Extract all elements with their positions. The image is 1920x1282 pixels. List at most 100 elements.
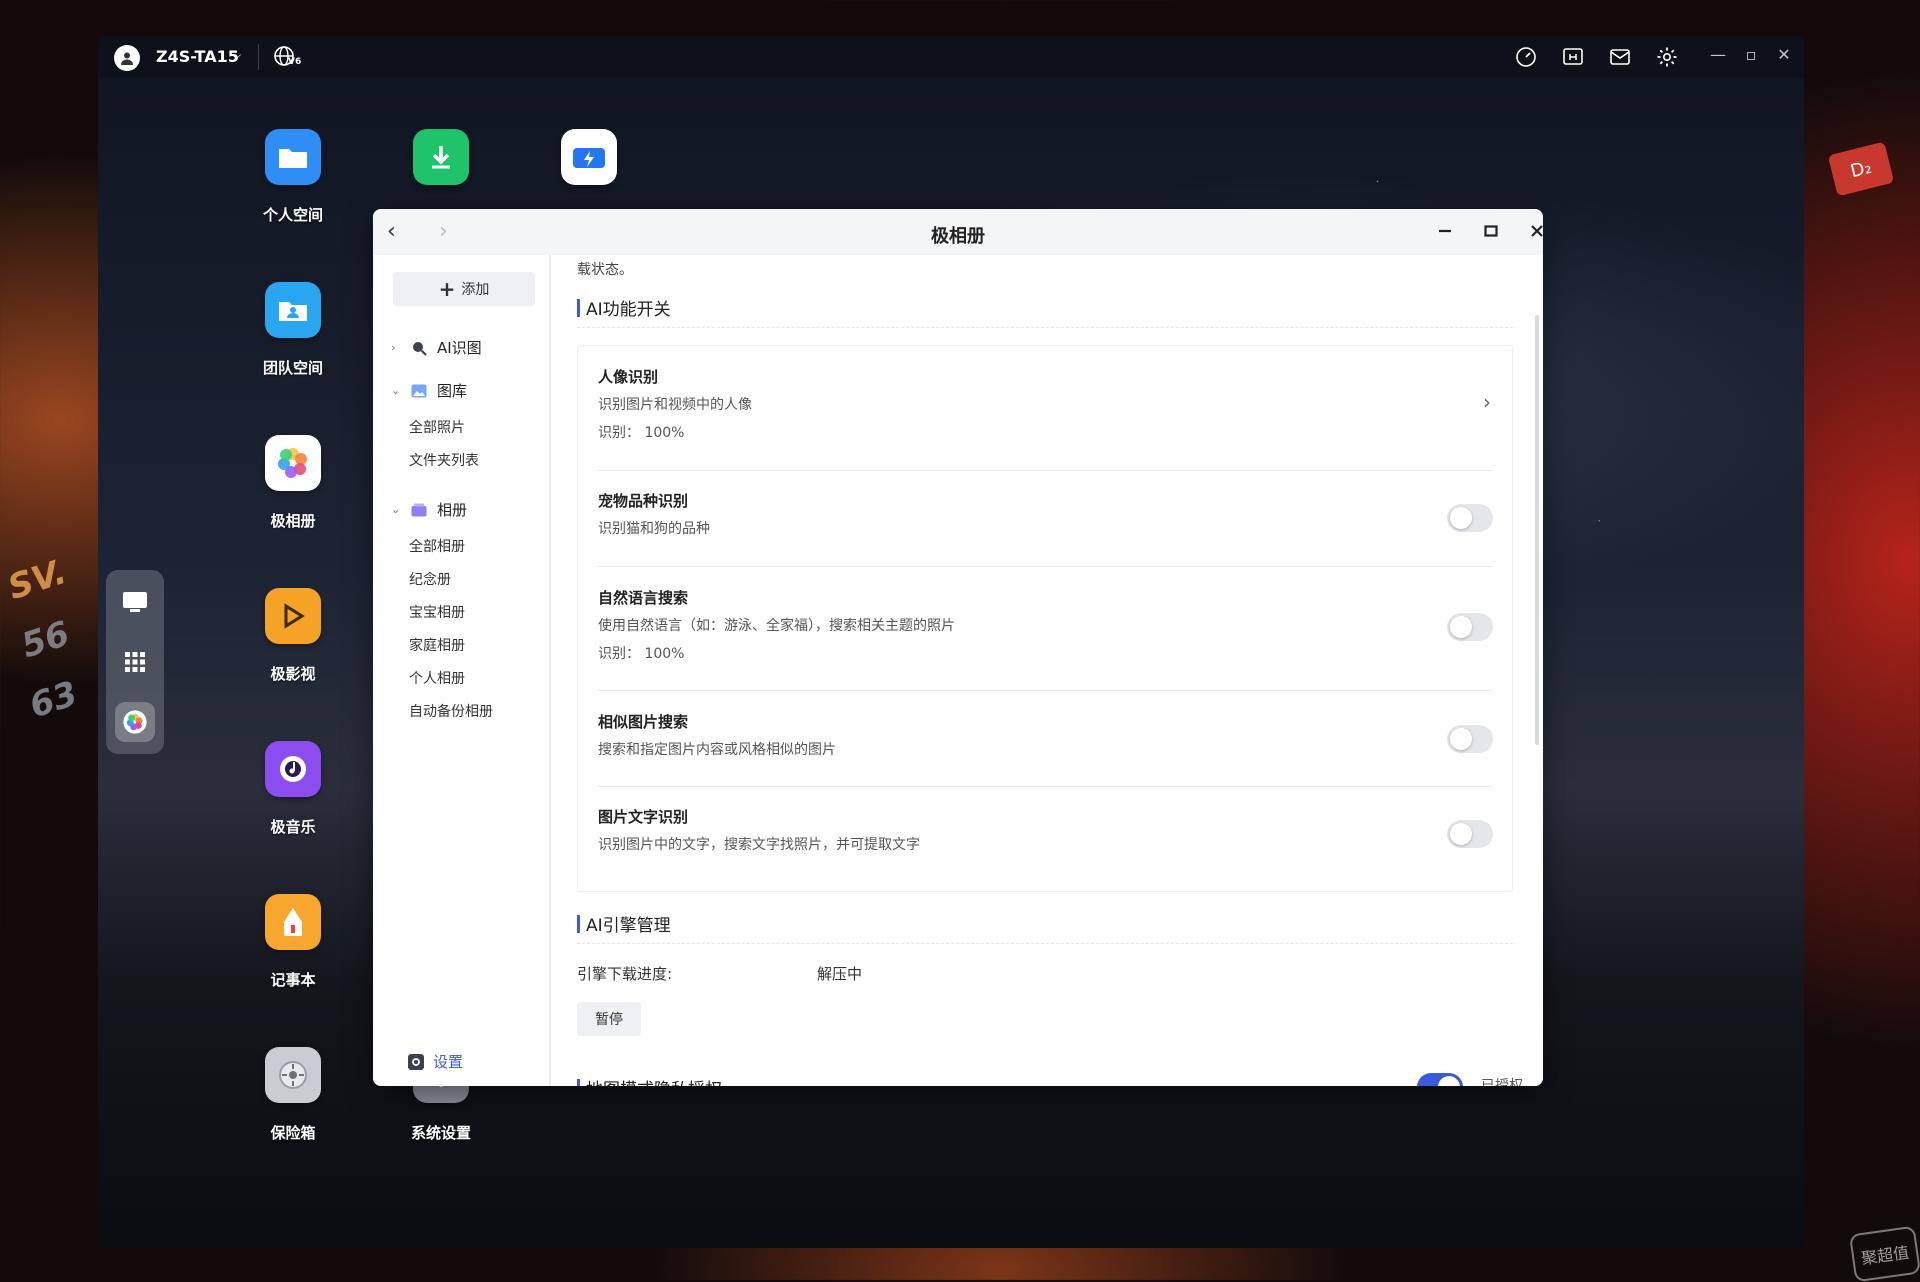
app-grid-icon[interactable] bbox=[115, 642, 155, 682]
natural-language-toggle[interactable] bbox=[1447, 613, 1493, 641]
divider bbox=[598, 690, 1493, 691]
add-button-label: 添加 bbox=[461, 282, 490, 298]
feature-row-portrait[interactable]: 人像识别 识别图片和视频中的人像 识别： 100% › bbox=[598, 366, 1493, 462]
show-desktop-icon[interactable] bbox=[115, 582, 155, 622]
sidebar-item-auto-backup-album[interactable]: 自动备份相册 bbox=[409, 701, 493, 721]
desktop-app-personal-space[interactable]: 个人空间 bbox=[238, 129, 348, 225]
ai-search-icon bbox=[411, 340, 429, 356]
feature-desc: 识别图片中的文字，搜索文字找照片，并可提取文字 bbox=[598, 837, 920, 853]
desktop-app-video[interactable]: 极影视 bbox=[238, 588, 348, 684]
background-deco-text: SV. bbox=[3, 551, 72, 609]
album-icon bbox=[411, 502, 429, 518]
device-name[interactable]: Z4S-TA15 bbox=[156, 47, 239, 66]
dock-photos-icon[interactable] bbox=[115, 702, 155, 742]
divider bbox=[577, 327, 1513, 328]
feature-title: 宠物品种识别 bbox=[598, 492, 689, 510]
section-title-text: AI引擎管理 bbox=[586, 916, 671, 936]
feature-row-pet-breed: 宠物品种识别 识别猫和狗的品种 bbox=[598, 490, 1493, 550]
task-monitor-icon[interactable] bbox=[1561, 45, 1585, 69]
ai-feature-card: 人像识别 识别图片和视频中的人像 识别： 100% › 宠物品种识别 识别猫和狗… bbox=[577, 345, 1513, 892]
sidebar-group-gallery[interactable]: ⌄ 图库 bbox=[391, 380, 467, 401]
divider bbox=[598, 566, 1493, 567]
feature-row-similar-image: 相似图片搜索 搜索和指定图片内容或风格相似的图片 bbox=[598, 711, 1493, 771]
maximize-icon[interactable]: ▫ bbox=[1741, 45, 1761, 64]
watermark-logo: 聚超值 bbox=[1848, 1225, 1920, 1282]
mail-icon[interactable] bbox=[1608, 45, 1632, 69]
sidebar-group-ai-recognition[interactable]: › AI识图 bbox=[391, 337, 482, 358]
globe-ipv6-icon[interactable]: V6 bbox=[272, 44, 302, 72]
engine-progress-label: 引擎下载进度: bbox=[577, 965, 673, 983]
scrollbar[interactable] bbox=[1535, 315, 1539, 745]
sidebar-item-baby-album[interactable]: 宝宝相册 bbox=[409, 602, 465, 622]
gallery-icon bbox=[411, 383, 429, 399]
chevron-right-icon: › bbox=[391, 341, 396, 354]
window-close-icon[interactable] bbox=[1523, 217, 1543, 245]
section-title-text: AI功能开关 bbox=[586, 300, 671, 320]
sidebar-item-all-photos[interactable]: 全部照片 bbox=[409, 417, 465, 437]
desktop-app-team-space[interactable]: 团队空间 bbox=[238, 282, 348, 378]
pause-button[interactable]: 暂停 bbox=[577, 1002, 641, 1036]
window-maximize-icon[interactable] bbox=[1477, 217, 1505, 245]
window-title: 极相册 bbox=[931, 226, 985, 247]
user-avatar[interactable] bbox=[114, 45, 140, 71]
map-privacy-toggle[interactable] bbox=[1417, 1073, 1463, 1086]
desktop-app-notepad[interactable]: 记事本 bbox=[238, 894, 348, 990]
sidebar-item-family-album[interactable]: 家庭相册 bbox=[409, 635, 465, 655]
divider bbox=[577, 943, 1513, 944]
section-title-text: 地图模式隐私授权 bbox=[586, 1075, 722, 1086]
photo-flower-icon bbox=[265, 435, 321, 491]
feature-desc: 识别图片和视频中的人像 bbox=[598, 397, 752, 413]
pet-breed-toggle[interactable] bbox=[1447, 504, 1493, 532]
accent-bar bbox=[577, 914, 580, 933]
window-title-bar[interactable]: ‹ › 极相册 bbox=[373, 209, 1543, 255]
top-bar: Z4S-TA15 ⌵ V6 — ▫ ✕ bbox=[98, 36, 1804, 78]
nas-desktop: Z4S-TA15 ⌵ V6 — ▫ ✕ 个人空间 团队空间 极相册 极影视 极音… bbox=[98, 36, 1804, 1248]
sidebar-item-personal-album[interactable]: 个人相册 bbox=[409, 668, 465, 688]
ocr-toggle[interactable] bbox=[1447, 820, 1493, 848]
sidebar-item-folder-list[interactable]: 文件夹列表 bbox=[409, 450, 479, 470]
desktop-app-photos[interactable]: 极相册 bbox=[238, 435, 348, 531]
divider bbox=[598, 786, 1493, 787]
add-button[interactable]: + 添加 bbox=[393, 272, 535, 306]
close-icon[interactable]: ✕ bbox=[1774, 45, 1794, 64]
chevron-right-icon[interactable]: › bbox=[1483, 390, 1491, 414]
desktop-app-download[interactable] bbox=[386, 129, 496, 185]
gear-icon[interactable] bbox=[1655, 45, 1679, 69]
sidebar-settings-link[interactable]: 设置 bbox=[407, 1051, 463, 1072]
chevron-down-icon[interactable]: ⌵ bbox=[232, 48, 241, 63]
section-title-ai-engine: AI引擎管理 bbox=[577, 911, 671, 936]
feature-progress: 识别： 100% bbox=[598, 646, 685, 662]
sidebar-item-all-albums[interactable]: 全部相册 bbox=[409, 536, 465, 556]
app-label: 记事本 bbox=[270, 971, 316, 989]
similar-image-toggle[interactable] bbox=[1447, 725, 1493, 753]
app-label: 极相册 bbox=[270, 512, 316, 530]
photos-sidebar: + 添加 › AI识图 ⌄ 图库 全部照片 文件夹列表 ⌄ 相册 全部相册 纪念… bbox=[373, 255, 551, 1086]
sidebar-group-albums[interactable]: ⌄ 相册 bbox=[391, 499, 467, 520]
speedometer-icon[interactable] bbox=[1514, 45, 1538, 69]
user-icon bbox=[121, 52, 133, 65]
sidebar-group-label: AI识图 bbox=[437, 339, 482, 357]
music-icon bbox=[265, 741, 321, 797]
desktop-app-safe[interactable]: 保险箱 bbox=[238, 1047, 348, 1143]
feature-title: 相似图片搜索 bbox=[598, 713, 689, 731]
sidebar-group-label: 图库 bbox=[437, 382, 468, 400]
chevron-down-icon: ⌄ bbox=[391, 384, 401, 397]
download-icon bbox=[413, 129, 469, 185]
window-minimize-icon[interactable] bbox=[1431, 217, 1459, 245]
minimize-icon[interactable]: — bbox=[1708, 45, 1728, 64]
feature-desc: 搜索和指定图片内容或风格相似的图片 bbox=[598, 742, 836, 758]
notepad-icon bbox=[265, 894, 321, 950]
feature-desc: 使用自然语言（如：游泳、全家福），搜索相关主题的照片 bbox=[598, 618, 955, 634]
safe-icon bbox=[265, 1047, 321, 1103]
map-privacy-status: 已授权 bbox=[1481, 1078, 1523, 1086]
app-label: 个人空间 bbox=[262, 206, 323, 224]
desktop-app-express[interactable] bbox=[534, 129, 644, 185]
feature-title: 人像识别 bbox=[598, 368, 659, 386]
gear-icon bbox=[408, 1053, 424, 1070]
feature-title: 自然语言搜索 bbox=[598, 589, 689, 607]
desktop-app-music[interactable]: 极音乐 bbox=[238, 741, 348, 837]
background-badge: D₂ bbox=[1827, 141, 1895, 197]
sidebar-item-memorial-album[interactable]: 纪念册 bbox=[409, 569, 451, 589]
ipv6-badge: V6 bbox=[288, 57, 302, 67]
sidebar-group-label: 相册 bbox=[437, 501, 468, 519]
